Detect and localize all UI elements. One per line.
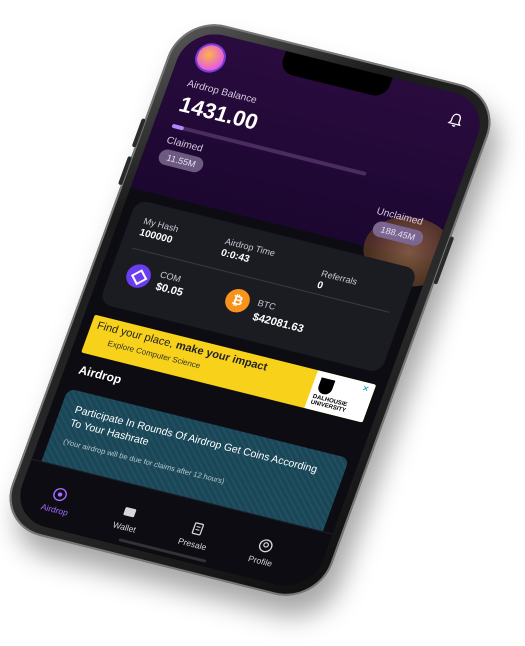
presale-icon [191,522,205,536]
tab-wallet-label: Wallet [111,519,138,535]
com-coin-price: $0.05 [153,280,185,299]
tab-presale[interactable]: Presale [166,516,224,555]
ad-logo-text: DALHOUSIE UNIVERSITY [309,393,348,414]
tab-wallet[interactable]: Wallet [98,499,156,538]
tab-presale-label: Presale [176,535,209,553]
university-shield-icon [316,377,336,396]
profile-icon [258,539,273,553]
tab-airdrop[interactable]: Airdrop [29,482,87,521]
section-title: Airdrop [76,362,124,387]
claim-progress-fill [171,123,185,131]
airdrop-time-stat: Airdrop Time 0:0:43 [219,236,276,270]
airdrop-icon [53,487,67,502]
btc-coin-price: $42081.63 [250,311,306,336]
ad-close-icon[interactable]: ✕ [360,384,373,396]
wallet-icon [123,507,137,518]
ad-logo: DALHOUSIE UNIVERSITY ✕ [304,370,377,423]
avatar[interactable] [190,40,231,76]
hash-stat: My Hash 100000 [138,216,180,246]
tab-airdrop-label: Airdrop [39,501,70,518]
tab-profile-label: Profile [246,553,274,569]
bell-icon[interactable] [445,111,466,130]
tab-profile[interactable]: Profile [234,533,292,572]
btc-coin-icon: ₿ [221,286,254,315]
mockup-stage: Airdrop Balance 1431.00 Claimed 11.55M U… [0,0,525,646]
phone-device: Airdrop Balance 1431.00 Claimed 11.55M U… [0,14,503,606]
ad-headline-emphasis: make your impact [174,339,269,374]
com-coin-icon [122,261,155,291]
btc-coin-name: BTC [256,297,278,312]
